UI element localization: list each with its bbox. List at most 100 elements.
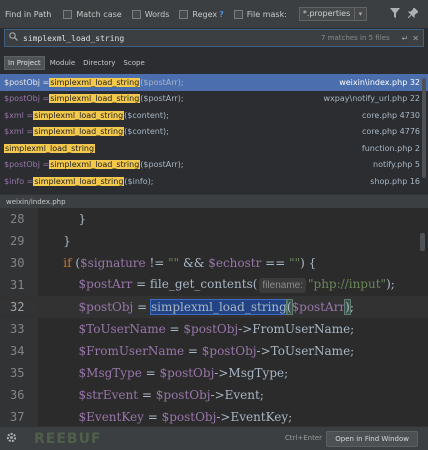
result-suffix: ($info); bbox=[124, 176, 154, 186]
line-number: 36 bbox=[10, 388, 25, 402]
code-token: if bbox=[63, 256, 72, 270]
code-line: 29 } bbox=[0, 230, 428, 252]
code-line: 34 $FromUserName = $postObj->ToUserName; bbox=[0, 340, 428, 362]
search-input[interactable]: simplexml_load_string bbox=[23, 34, 321, 43]
code-line: 37 $EventKey = $postObj->EventKey; bbox=[0, 406, 428, 426]
result-match: simplexml_load_string bbox=[49, 94, 141, 104]
result-row[interactable]: $xml = simplexml_load_string ($content); … bbox=[0, 107, 428, 124]
code-token: $postObj bbox=[161, 410, 217, 424]
code-line: 30 if ($signature != "" && $echostr == "… bbox=[0, 252, 428, 274]
result-suffix: ($content); bbox=[124, 127, 169, 137]
tab-scope[interactable]: Scope bbox=[120, 57, 147, 69]
result-match: simplexml_load_string bbox=[33, 110, 125, 120]
result-file: wxpay\notify_url.php 22 bbox=[323, 94, 421, 104]
tab-in-project[interactable]: In Project bbox=[4, 56, 45, 70]
code-text: $postObj = simplexml_load_string($postAr… bbox=[38, 299, 354, 315]
scope-tabs: In Project Module Directory Scope bbox=[4, 56, 150, 70]
words-option[interactable]: Words bbox=[131, 9, 170, 19]
result-row[interactable]: $info = simplexml_load_string ($info); sh… bbox=[0, 173, 428, 190]
result-suffix: ($postArr); bbox=[140, 77, 184, 87]
code-token: ( bbox=[71, 256, 81, 270]
code-token: "php://input" bbox=[308, 277, 387, 291]
match-case-option[interactable]: Match case bbox=[63, 9, 122, 19]
clear-icon[interactable]: ✕ bbox=[412, 34, 419, 43]
pin-icon[interactable] bbox=[407, 7, 419, 21]
result-match: simplexml_load_string bbox=[33, 127, 125, 137]
file-mask-input[interactable]: *.properties bbox=[298, 7, 355, 21]
open-in-find-window-button[interactable]: Open in Find Window bbox=[326, 431, 418, 447]
gear-icon[interactable] bbox=[6, 432, 17, 446]
code-line: 31 $postArr = file_get_contents(filename… bbox=[0, 274, 428, 296]
regex-option[interactable]: Regex ? bbox=[179, 9, 224, 19]
shortcut-hint: Ctrl+Enter bbox=[284, 434, 322, 442]
line-number: 32 bbox=[0, 300, 38, 314]
result-row[interactable]: simplexml_load_string function.php 2 bbox=[0, 140, 428, 157]
code-token: $signature bbox=[80, 256, 146, 270]
tab-module[interactable]: Module bbox=[47, 57, 78, 69]
file-mask-checkbox[interactable] bbox=[233, 9, 243, 19]
code-token: ->EventKey; bbox=[216, 410, 293, 424]
code-text: } bbox=[38, 212, 87, 226]
tab-directory[interactable]: Directory bbox=[80, 57, 118, 69]
code-token: != bbox=[145, 256, 169, 270]
code-token: = bbox=[138, 388, 156, 402]
code-token: $postObj bbox=[183, 322, 239, 336]
freebuf-watermark: REEBUF bbox=[34, 431, 102, 447]
result-prefix: $postObj = bbox=[4, 160, 50, 170]
result-row[interactable]: $xml = simplexml_load_string ($content); … bbox=[0, 124, 428, 141]
code-token: ->FromUserName; bbox=[238, 322, 355, 336]
result-prefix: $xml = bbox=[4, 110, 34, 120]
line-number: 37 bbox=[10, 410, 25, 424]
filter-icon[interactable] bbox=[390, 8, 400, 21]
result-row[interactable]: $postObj = simplexml_load_string ($postAr… bbox=[0, 91, 428, 108]
search-field[interactable]: simplexml_load_string 7 matches in 5 fil… bbox=[4, 29, 424, 47]
code-line-current: 32 $postObj = simplexml_load_string($pos… bbox=[0, 296, 428, 318]
results-scrollbar[interactable] bbox=[422, 78, 426, 178]
match-case-checkbox[interactable] bbox=[63, 9, 73, 19]
result-file: weixin\index.php 32 bbox=[339, 77, 420, 87]
new-line-icon[interactable]: ↵ bbox=[402, 34, 409, 43]
result-file: core.php 4730 bbox=[362, 110, 420, 120]
regex-label: Regex bbox=[192, 9, 218, 19]
result-prefix: $postObj = bbox=[4, 77, 50, 87]
code-token: $ToUserName bbox=[78, 322, 166, 336]
regex-checkbox[interactable] bbox=[179, 9, 189, 19]
file-mask-dropdown[interactable]: ▾ bbox=[354, 7, 367, 21]
search-match-selection: simplexml_load_string bbox=[149, 299, 288, 315]
code-token: == bbox=[261, 256, 290, 270]
code-token: = file_get_contents( bbox=[132, 277, 258, 291]
line-number: 34 bbox=[10, 344, 25, 358]
code-text: $EventKey = $postObj->EventKey; bbox=[38, 410, 293, 424]
regex-help-icon[interactable]: ? bbox=[219, 10, 224, 19]
dialog-footer: REEBUF Ctrl+Enter Open in Find Window bbox=[0, 426, 428, 450]
result-match: simplexml_load_string bbox=[4, 143, 96, 153]
result-prefix: $postObj = bbox=[4, 94, 50, 104]
code-token: $FromUserName bbox=[78, 344, 185, 358]
result-match: simplexml_load_string bbox=[49, 77, 141, 87]
line-number: 35 bbox=[10, 366, 25, 380]
code-token: = bbox=[133, 300, 151, 314]
code-token: $postObj bbox=[159, 366, 215, 380]
code-token: "" bbox=[168, 256, 180, 270]
code-line: 33 $ToUserName = $postObj->FromUserName; bbox=[0, 318, 428, 340]
code-token: ->ToUserName; bbox=[256, 344, 355, 358]
words-label: Words bbox=[144, 9, 170, 19]
code-token: = bbox=[143, 410, 162, 424]
code-preview[interactable]: 28 } 29 } 30 if ($signature != "" && $ec… bbox=[0, 208, 428, 426]
code-token: $postObj bbox=[78, 300, 134, 314]
code-token: } bbox=[78, 212, 87, 226]
words-checkbox[interactable] bbox=[131, 9, 141, 19]
code-token: ->Event; bbox=[210, 388, 264, 402]
parameter-hint: filename: bbox=[259, 278, 306, 293]
result-row[interactable]: $postObj = simplexml_load_string ($postAr… bbox=[0, 74, 428, 91]
line-number: 31 bbox=[10, 278, 25, 292]
result-match: simplexml_load_string bbox=[49, 160, 141, 170]
code-text: } bbox=[38, 234, 71, 248]
result-row[interactable]: $postObj = simplexml_load_string ($postAr… bbox=[0, 157, 428, 174]
dialog-title: Find in Path bbox=[5, 9, 52, 19]
result-file: function.php 2 bbox=[361, 143, 420, 153]
result-prefix: $xml = bbox=[4, 127, 34, 137]
code-text: $MsgType = $postObj->MsgType; bbox=[38, 366, 289, 380]
file-mask-option[interactable]: File mask: bbox=[233, 9, 287, 19]
code-text: $postArr = file_get_contents(filename: "p… bbox=[38, 277, 395, 293]
